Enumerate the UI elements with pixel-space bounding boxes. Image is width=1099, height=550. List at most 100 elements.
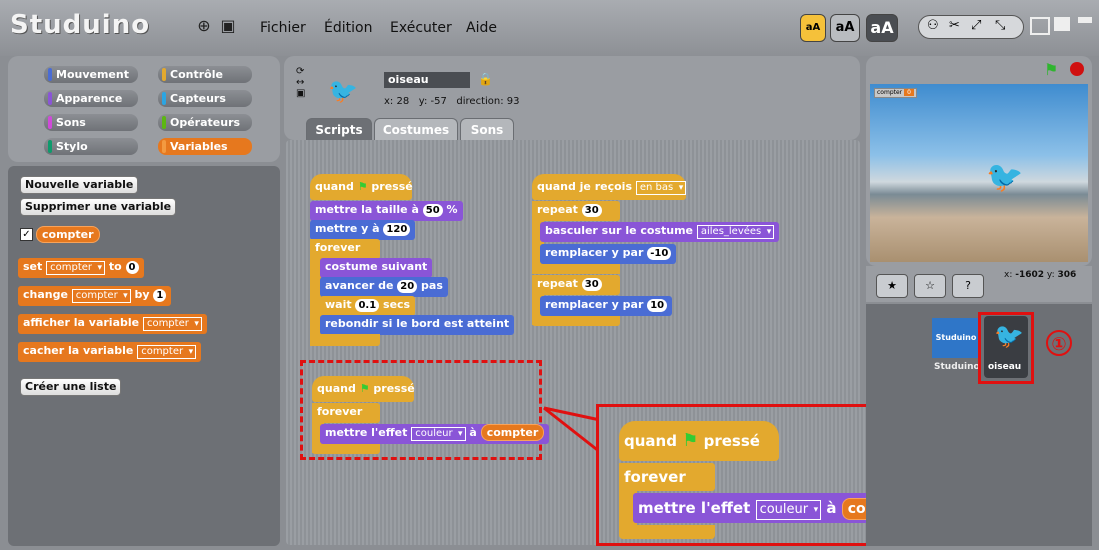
value-input[interactable]: 120 (383, 223, 411, 236)
variable-checkbox[interactable]: ✓ (20, 228, 33, 241)
set-var-block[interactable]: set compter to 0 (18, 258, 144, 278)
change-var-block[interactable]: change compter by 1 (18, 286, 172, 306)
coord-label: x: (1004, 270, 1013, 280)
set-size-block[interactable]: mettre la taille à 50 % (310, 201, 463, 221)
lock-icon[interactable]: 🔒 (478, 72, 493, 86)
set-effect-block[interactable]: mettre l'effet couleur à compter (320, 424, 550, 444)
category-pen[interactable]: Stylo (44, 138, 138, 155)
mouse-y: 306 (1057, 270, 1077, 280)
var-dropdown[interactable]: compter (46, 261, 106, 275)
tab-sounds[interactable]: Sons (460, 118, 514, 141)
var-dropdown[interactable]: compter (137, 345, 197, 359)
wait-block[interactable]: wait 0.1 secs (320, 296, 416, 316)
bird-sprite[interactable]: 🐦 (986, 160, 1023, 195)
menu-run[interactable]: Exécuter (390, 20, 452, 36)
category-control[interactable]: Contrôle (158, 66, 252, 83)
small-stage-icon[interactable] (1078, 17, 1092, 31)
variable-reporter[interactable]: compter (480, 424, 545, 441)
category-sound[interactable]: Sons (44, 114, 138, 131)
next-costume-block[interactable]: costume suivant (320, 258, 433, 278)
block-label: repeat (537, 203, 578, 216)
category-variables[interactable]: Variables (158, 138, 252, 155)
menu-file[interactable]: Fichier (260, 20, 306, 36)
costume-dropdown[interactable]: ailes_levées (696, 225, 775, 239)
repeat-block[interactable]: repeat 30 (532, 201, 620, 221)
category-label: Capteurs (170, 92, 226, 105)
font-small-button[interactable]: aA (800, 14, 826, 42)
paint-sprite-icon[interactable]: ★ (876, 274, 908, 298)
mouse-x: -1602 (1015, 270, 1045, 280)
set-y-block[interactable]: mettre y à 120 (310, 220, 416, 240)
value-input[interactable]: 30 (581, 204, 602, 217)
green-flag-icon: ⚑ (357, 180, 368, 193)
stamp-icon[interactable]: ⚇ (927, 18, 939, 33)
font-medium-button[interactable]: aA (830, 14, 860, 42)
block-label: quand (317, 382, 356, 395)
save-icon[interactable]: ▣ (218, 16, 238, 36)
menu-edit[interactable]: Édition (324, 20, 372, 36)
category-label: Mouvement (56, 68, 129, 81)
random-sprite-icon[interactable]: ? (952, 274, 984, 298)
when-flag-hat-2[interactable]: quand ⚑ pressé (312, 376, 415, 402)
sprite-thumbnail[interactable]: 🐦 oiseau (984, 316, 1028, 378)
block-label: basculer sur le costume (545, 224, 694, 237)
rotation-style-icons[interactable]: ⟳ ↔ ▣ (296, 66, 305, 99)
green-flag-button[interactable]: ⚑ (1044, 60, 1058, 79)
block-label: pressé (703, 432, 760, 450)
stage-canvas[interactable]: compter 0 🐦 (870, 84, 1088, 262)
category-sensing[interactable]: Capteurs (158, 90, 252, 107)
font-large-button[interactable]: aA (866, 14, 898, 42)
layout-icon[interactable] (1030, 17, 1050, 35)
var-dropdown[interactable]: compter (142, 317, 202, 331)
coord-label: direction: (456, 96, 504, 107)
var-dropdown[interactable]: compter (71, 289, 131, 303)
presentation-icon[interactable] (1054, 17, 1070, 31)
sprite-list: Studuino Studuino 🐦 oiseau ① (866, 304, 1092, 546)
value-input[interactable]: 20 (397, 280, 418, 293)
new-list-button[interactable]: Créer une liste (20, 378, 122, 396)
cut-icon[interactable]: ✂ (949, 18, 960, 33)
value-input[interactable]: -10 (647, 247, 672, 260)
value-input[interactable]: 30 (581, 278, 602, 291)
message-dropdown[interactable]: en bas (635, 181, 687, 195)
move-block[interactable]: avancer de 20 pas (320, 277, 448, 297)
when-receive-hat[interactable]: quand je reçois en bas (532, 174, 687, 200)
value-input[interactable]: 10 (647, 299, 668, 312)
value-input[interactable]: 0 (125, 261, 139, 274)
globe-icon[interactable]: ⊕ (194, 16, 214, 36)
change-y-block[interactable]: remplacer y par -10 (540, 244, 677, 264)
forever-block[interactable]: forever (310, 239, 380, 259)
effect-dropdown[interactable]: couleur (411, 427, 466, 441)
stop-button[interactable] (1070, 62, 1084, 76)
tab-scripts[interactable]: Scripts (306, 118, 372, 141)
grow-icon[interactable]: ⤢ (971, 18, 981, 33)
repeat-block-2[interactable]: repeat 30 (532, 275, 620, 295)
block-label: mettre la taille à (315, 203, 419, 216)
menu-help[interactable]: Aide (466, 20, 497, 36)
when-flag-hat[interactable]: quand ⚑ pressé (310, 174, 413, 200)
effect-dropdown: couleur (755, 500, 822, 520)
show-var-block[interactable]: afficher la variable compter (18, 314, 207, 334)
switch-costume-block[interactable]: basculer sur le costume ailes_levées (540, 222, 780, 242)
value-input[interactable]: 0.1 (355, 299, 380, 312)
mouse-coords: x: -1602 y: 306 (1004, 270, 1076, 280)
shrink-icon[interactable]: ⤡ (995, 18, 1005, 33)
change-y-block-2[interactable]: remplacer y par 10 (540, 296, 673, 316)
value-input[interactable]: 50 (422, 204, 443, 217)
sprite-name-field[interactable]: oiseau (384, 72, 470, 88)
category-looks[interactable]: Apparence (44, 90, 138, 107)
import-sprite-icon[interactable]: ☆ (914, 274, 946, 298)
category-motion[interactable]: Mouvement (44, 66, 138, 83)
category-operators[interactable]: Opérateurs (158, 114, 252, 131)
forever-block-2[interactable]: forever (312, 403, 380, 423)
variable-reporter[interactable]: compter (36, 226, 100, 243)
hide-var-block[interactable]: cacher la variable compter (18, 342, 202, 362)
delete-variable-button[interactable]: Supprimer une variable (20, 198, 177, 216)
bounce-block[interactable]: rebondir si le bord est atteint (320, 315, 515, 335)
new-variable-button[interactable]: Nouvelle variable (20, 176, 139, 194)
block-label: remplacer y par (545, 246, 644, 259)
tab-costumes[interactable]: Costumes (374, 118, 458, 141)
value-input[interactable]: 1 (153, 289, 167, 302)
block-label: pas (421, 279, 443, 292)
stage-thumbnail[interactable]: Studuino (932, 318, 980, 358)
